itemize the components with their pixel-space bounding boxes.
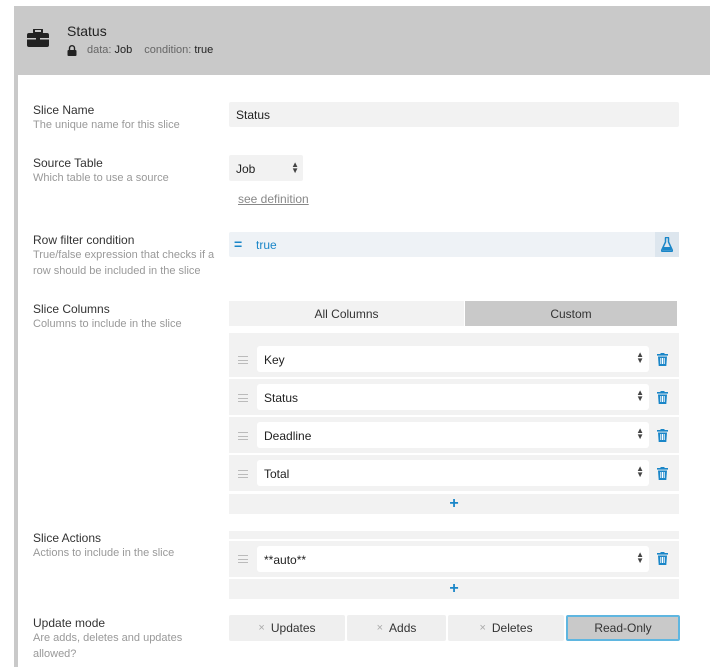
actions-list-top xyxy=(229,531,679,539)
action-select[interactable]: **auto** ▲ ▼ xyxy=(257,546,649,572)
x-icon: × xyxy=(376,622,384,634)
update-mode-desc: Are adds, deletes and updates allowed? xyxy=(33,632,183,660)
trash-icon[interactable] xyxy=(657,353,668,366)
slice-actions-label: Slice Actions xyxy=(33,531,102,545)
equals-icon: = xyxy=(234,236,243,252)
column-select[interactable]: Deadline ▲ ▼ xyxy=(257,422,649,448)
slice-actions-desc: Actions to include in the slice xyxy=(33,547,175,559)
adds-toggle[interactable]: × Adds xyxy=(347,615,446,641)
condition-value: true xyxy=(194,44,214,56)
action-name: **auto** xyxy=(264,553,307,567)
slice-meta: data: Job condition: true xyxy=(67,44,225,56)
trash-icon[interactable] xyxy=(657,429,668,442)
column-select[interactable]: Key ▲ ▼ xyxy=(257,346,649,372)
drag-handle-icon[interactable] xyxy=(238,470,248,478)
source-table-select[interactable]: Job ▲ ▼ xyxy=(229,155,303,181)
updates-label: Updates xyxy=(270,621,316,635)
trash-icon[interactable] xyxy=(657,391,668,404)
select-arrows-icon: ▲ ▼ xyxy=(636,350,644,365)
update-mode-label: Update mode xyxy=(33,616,106,630)
read-only-label: Read-Only xyxy=(594,621,652,635)
column-name: Deadline xyxy=(264,429,312,443)
data-value: Job xyxy=(114,44,133,56)
column-select[interactable]: Status ▲ ▼ xyxy=(257,384,649,410)
slice-title: Status xyxy=(67,23,107,39)
select-arrows-icon: ▲ ▼ xyxy=(636,388,644,403)
adds-label: Adds xyxy=(389,621,417,635)
slice-name-desc: The unique name for this slice xyxy=(33,119,180,131)
updates-toggle[interactable]: × Updates xyxy=(229,615,345,641)
lock-icon xyxy=(67,44,77,56)
select-arrows-icon: ▲ ▼ xyxy=(291,160,299,175)
test-flask-button[interactable] xyxy=(655,232,679,257)
slice-header xyxy=(14,6,710,75)
tab-custom[interactable]: Custom xyxy=(465,301,677,326)
source-table-value: Job xyxy=(236,162,256,176)
data-key: data: xyxy=(87,44,112,56)
flask-icon xyxy=(661,237,673,252)
row-filter-expression[interactable]: = true xyxy=(229,232,679,257)
columns-list-top xyxy=(229,333,679,341)
x-icon: × xyxy=(479,622,486,634)
trash-icon[interactable] xyxy=(657,552,668,565)
slice-name-value: Status xyxy=(236,108,271,122)
drag-handle-icon[interactable] xyxy=(238,555,248,563)
source-table-desc: Which table to use a source xyxy=(33,172,169,184)
see-definition-link[interactable]: see definition xyxy=(238,192,309,206)
deletes-toggle[interactable]: × Deletes xyxy=(448,615,564,641)
drag-handle-icon[interactable] xyxy=(238,356,248,364)
row-filter-desc: True/false expression that checks if a r… xyxy=(33,249,215,277)
condition-key: condition: xyxy=(144,44,192,56)
deletes-label: Deletes xyxy=(491,621,533,635)
briefcase-icon xyxy=(27,29,49,47)
drag-handle-icon[interactable] xyxy=(238,432,248,440)
drag-handle-icon[interactable] xyxy=(238,394,248,402)
slice-name-label: Slice Name xyxy=(33,103,95,117)
add-column-button[interactable]: + xyxy=(229,494,679,514)
add-action-button[interactable]: + xyxy=(229,579,679,599)
x-icon: × xyxy=(258,622,265,634)
column-name: Status xyxy=(264,391,299,405)
column-select[interactable]: Total ▲ ▼ xyxy=(257,460,649,486)
slice-columns-desc: Columns to include in the slice xyxy=(33,318,182,330)
tab-all-columns[interactable]: All Columns xyxy=(229,301,464,326)
trash-icon[interactable] xyxy=(657,467,668,480)
source-table-label: Source Table xyxy=(33,156,103,170)
slice-name-input[interactable]: Status xyxy=(229,102,679,127)
select-arrows-icon: ▲ ▼ xyxy=(636,464,644,479)
row-filter-value: true xyxy=(256,238,277,252)
column-name: Total xyxy=(264,467,290,481)
read-only-toggle[interactable]: Read-Only xyxy=(566,615,680,641)
select-arrows-icon: ▲ ▼ xyxy=(636,426,644,441)
slice-columns-label: Slice Columns xyxy=(33,302,110,316)
row-filter-label: Row filter condition xyxy=(33,233,135,247)
select-arrows-icon: ▲ ▼ xyxy=(636,550,644,565)
column-name: Key xyxy=(264,353,285,367)
